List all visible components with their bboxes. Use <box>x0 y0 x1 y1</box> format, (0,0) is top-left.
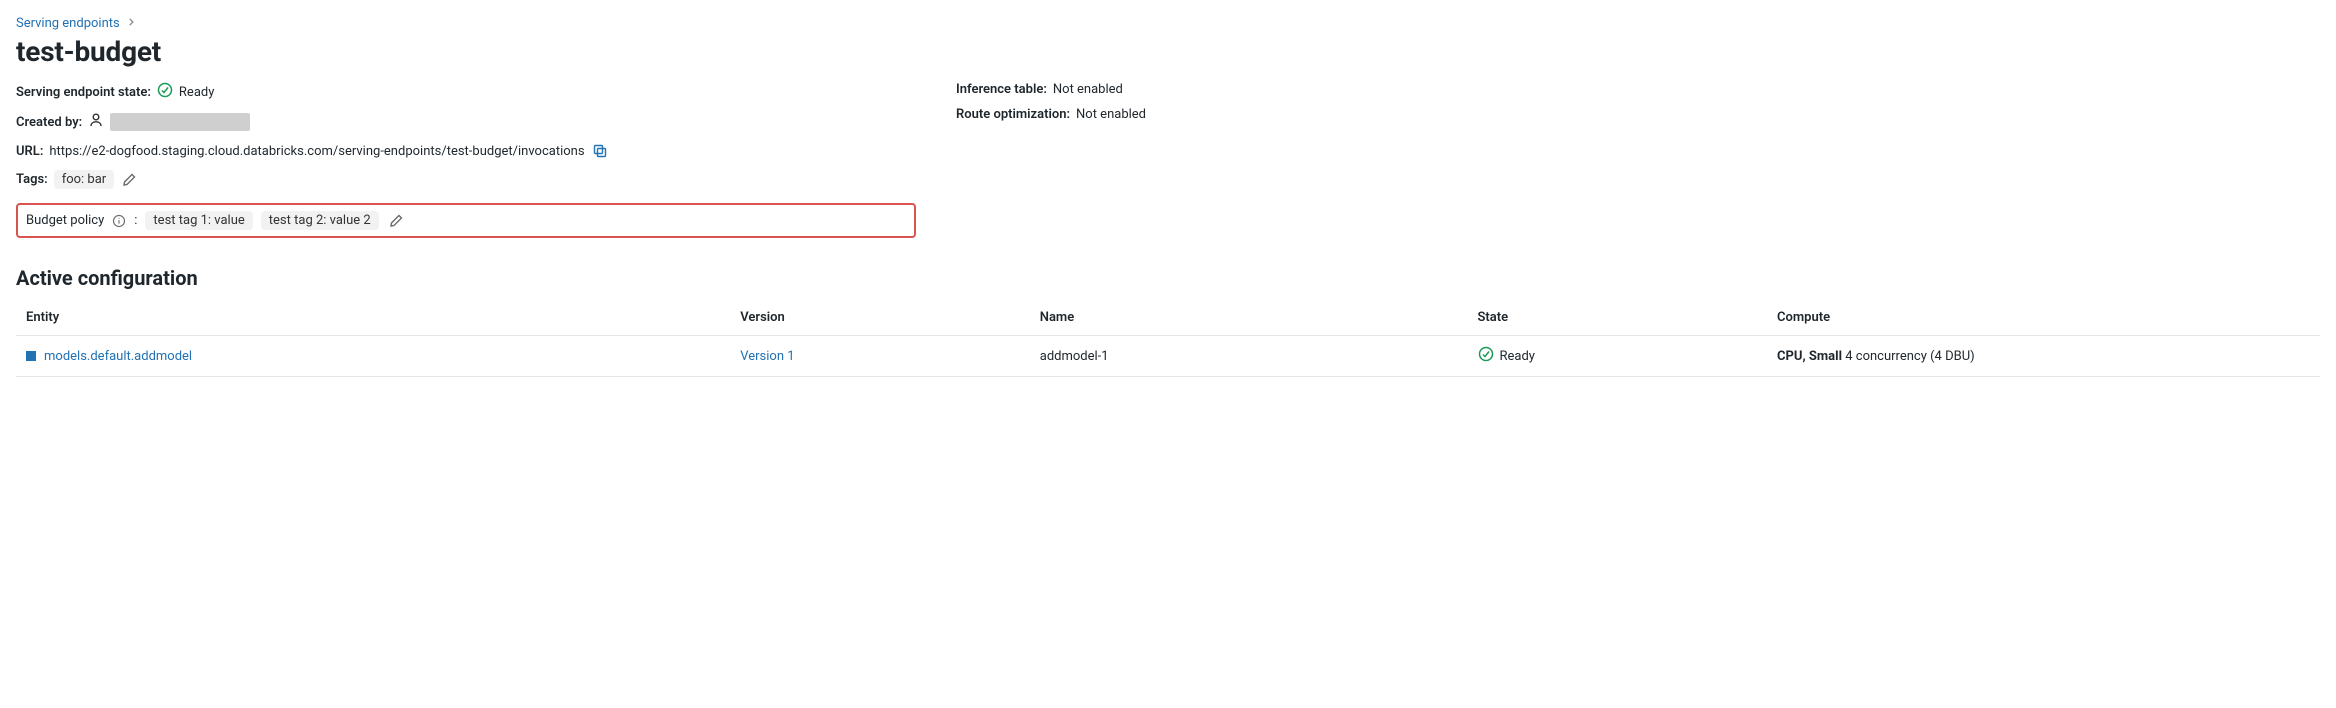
url-value: https://e2-dogfood.staging.cloud.databri… <box>49 144 584 159</box>
endpoint-state-row: Serving endpoint state: Ready <box>16 82 916 102</box>
endpoint-state-label: Serving endpoint state: <box>16 85 151 100</box>
budget-tag-chip: test tag 2: value 2 <box>261 211 379 230</box>
col-header-version: Version <box>730 300 1030 336</box>
breadcrumb: Serving endpoints <box>16 16 2320 31</box>
copy-icon[interactable] <box>591 142 609 160</box>
col-header-state: State <box>1468 300 1768 336</box>
compute-rest: 4 concurrency (4 DBU) <box>1842 349 1975 364</box>
col-header-name: Name <box>1030 300 1468 336</box>
budget-policy-label: Budget policy <box>26 213 104 228</box>
budget-tag-chip: test tag 1: value <box>145 211 252 230</box>
entity-link[interactable]: models.default.addmodel <box>44 349 192 364</box>
route-optimization-value: Not enabled <box>1076 107 1146 122</box>
active-configuration-table: Entity Version Name State Compute models… <box>16 300 2320 377</box>
col-header-entity: Entity <box>16 300 730 336</box>
created-by-label: Created by: <box>16 115 82 130</box>
compute-cell: CPU, Small 4 concurrency (4 DBU) <box>1767 336 2320 377</box>
version-link[interactable]: Version 1 <box>740 349 794 364</box>
route-optimization-label: Route optimization: <box>956 107 1070 122</box>
check-circle-icon <box>157 82 173 102</box>
tag-chip: foo: bar <box>54 170 115 189</box>
url-row: URL: https://e2-dogfood.staging.cloud.da… <box>16 142 916 160</box>
url-label: URL: <box>16 144 43 159</box>
model-icon <box>26 351 36 361</box>
inference-table-value: Not enabled <box>1053 82 1123 97</box>
pencil-icon[interactable] <box>120 171 138 189</box>
table-row: models.default.addmodel Version 1 addmod… <box>16 336 2320 377</box>
compute-bold: CPU, Small <box>1777 349 1842 364</box>
breadcrumb-parent-link[interactable]: Serving endpoints <box>16 16 120 31</box>
budget-policy-colon: : <box>134 213 137 228</box>
tags-label: Tags: <box>16 172 48 187</box>
inference-table-row: Inference table: Not enabled <box>956 82 1146 97</box>
state-value: Ready <box>1500 349 1535 364</box>
col-header-compute: Compute <box>1767 300 2320 336</box>
pencil-icon[interactable] <box>387 212 405 230</box>
route-optimization-row: Route optimization: Not enabled <box>956 107 1146 122</box>
created-by-row: Created by: <box>16 112 916 132</box>
inference-table-label: Inference table: <box>956 82 1047 97</box>
budget-policy-row: Budget policy : test tag 1: value test t… <box>16 203 916 238</box>
created-by-value-redacted <box>110 113 250 131</box>
tags-row: Tags: foo: bar <box>16 170 916 189</box>
check-circle-icon <box>1478 346 1494 366</box>
info-icon[interactable] <box>112 213 126 228</box>
active-configuration-heading: Active configuration <box>16 266 2320 290</box>
user-icon <box>88 112 104 132</box>
page-title: test-budget <box>16 35 2320 68</box>
name-cell: addmodel-1 <box>1030 336 1468 377</box>
chevron-right-icon <box>126 16 136 31</box>
endpoint-state-value: Ready <box>179 85 214 100</box>
